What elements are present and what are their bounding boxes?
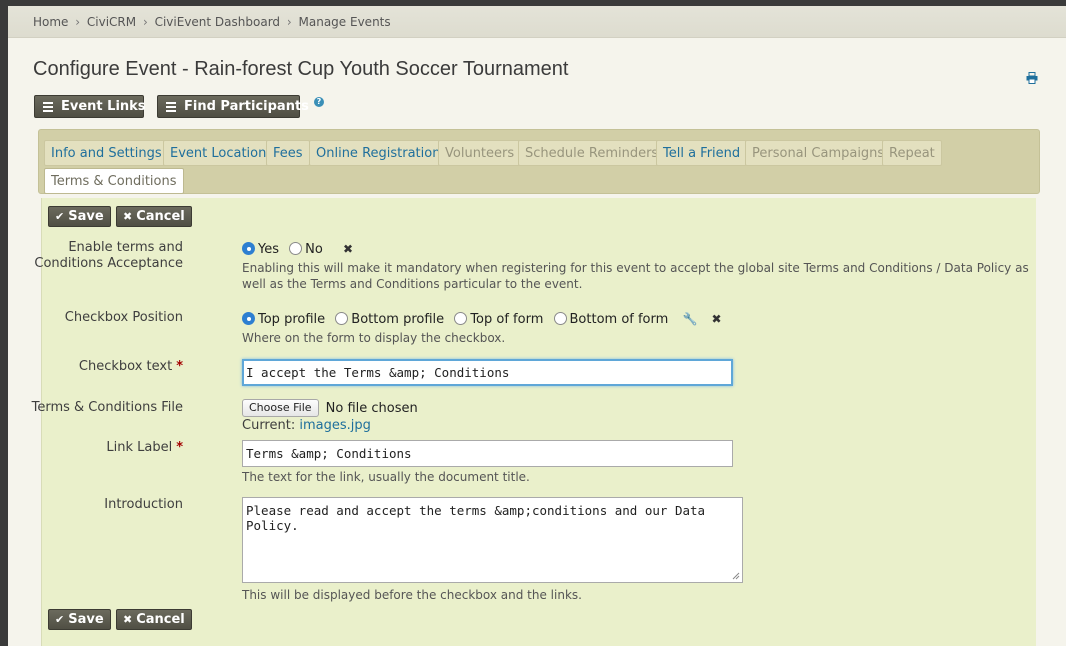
resize-handle-icon[interactable] [732, 572, 740, 580]
enable-terms-no-label[interactable]: No [305, 242, 323, 257]
tab-personal-campaigns[interactable]: Personal Campaigns [745, 140, 892, 166]
cancel-button[interactable]: ✖ Cancel [116, 206, 192, 227]
hamburger-icon [166, 100, 176, 114]
checkbox-text-label: Checkbox text * [79, 359, 183, 375]
checkbox-text-input[interactable]: I accept the Terms &amp; Conditions [242, 359, 733, 386]
tab-volunteers[interactable]: Volunteers [438, 140, 522, 166]
position-bottom-of-form-radio[interactable] [553, 312, 567, 325]
current-file-link[interactable]: images.jpg [299, 418, 371, 433]
tab-repeat[interactable]: Repeat [882, 140, 942, 166]
enable-terms-label-line2: Conditions Acceptance [34, 256, 183, 271]
current-file-row: Current: images.jpg [242, 418, 371, 433]
position-top-of-form-radio[interactable] [454, 312, 468, 325]
enable-terms-yes-label[interactable]: Yes [258, 242, 279, 257]
position-top-profile-label[interactable]: Top profile [258, 312, 325, 327]
link-label-help: The text for the link, usually the docum… [242, 470, 530, 484]
required-marker: * [176, 359, 183, 374]
check-icon: ✔ [55, 210, 65, 223]
cancel-label: Cancel [136, 612, 185, 627]
find-participants-button[interactable]: Find Participants [157, 95, 309, 118]
position-top-profile-radio[interactable] [242, 312, 255, 325]
tab-online-registration[interactable]: Online Registration [309, 140, 448, 166]
breadcrumb-separator: › [75, 15, 81, 29]
introduction-textarea[interactable]: Please read and accept the terms &amp;co… [242, 497, 743, 583]
position-bottom-of-form-label[interactable]: Bottom of form [570, 312, 669, 327]
breadcrumb-item-civievent-dashboard[interactable]: CiviEvent Dashboard [155, 15, 280, 29]
position-bottom-profile-label[interactable]: Bottom profile [351, 312, 444, 327]
breadcrumb-item-civicrm[interactable]: CiviCRM [87, 15, 136, 29]
tab-terms-and-conditions[interactable]: Terms & Conditions [44, 168, 184, 194]
clear-selection-icon[interactable]: ✖ [343, 242, 353, 256]
clear-selection-icon[interactable]: ✖ [712, 312, 722, 326]
enable-terms-help-line1: Enabling this will make it mandatory whe… [242, 261, 1029, 275]
link-label-input[interactable]: Terms &amp; Conditions [242, 440, 733, 467]
cancel-label: Cancel [136, 209, 185, 224]
checkbox-position-label: Checkbox Position [64, 310, 183, 325]
current-file-label: Current: [242, 418, 296, 433]
close-icon: ✖ [123, 613, 133, 626]
link-label-label: Link Label * [106, 440, 183, 456]
hamburger-icon [43, 100, 53, 114]
save-label: Save [68, 209, 104, 224]
event-links-label: Event Links [61, 99, 146, 114]
breadcrumb-separator: › [286, 15, 292, 29]
required-marker: * [176, 440, 183, 455]
no-file-chosen-text: No file chosen [325, 400, 418, 416]
tab-schedule-reminders[interactable]: Schedule Reminders [518, 140, 666, 166]
save-button-bottom[interactable]: ✔ Save [48, 609, 111, 630]
checkbox-position-help: Where on the form to display the checkbo… [242, 331, 506, 345]
wrench-icon[interactable]: 🔧 [682, 312, 697, 326]
tab-tell-a-friend[interactable]: Tell a Friend [656, 140, 748, 166]
breadcrumb-item-manage-events[interactable]: Manage Events [299, 15, 391, 29]
enable-terms-help: Enabling this will make it mandatory whe… [242, 260, 1029, 292]
save-label: Save [68, 612, 104, 627]
page-title: Configure Event - Rain-forest Cup Youth … [33, 58, 569, 80]
terms-file-field: Choose File No file chosen [242, 399, 418, 417]
enable-terms-help-line2: well as the Terms and Conditions particu… [242, 277, 583, 291]
breadcrumb-item-home[interactable]: Home [33, 15, 68, 29]
introduction-text: Please read and accept the terms &amp;co… [246, 503, 706, 533]
breadcrumb-separator: › [142, 15, 148, 29]
close-icon: ✖ [123, 210, 133, 223]
terms-file-label: Terms & Conditions File [31, 400, 183, 415]
printer-icon[interactable] [1026, 72, 1038, 84]
save-button[interactable]: ✔ Save [48, 206, 111, 227]
checkbox-position-radios: Top profile Bottom profile Top of form B… [242, 312, 722, 327]
introduction-label: Introduction [104, 497, 183, 512]
checkbox-text-label-text: Checkbox text [78, 359, 173, 374]
tab-fees[interactable]: Fees [266, 140, 310, 166]
find-participants-label: Find Participants [184, 99, 309, 114]
check-icon: ✔ [55, 613, 65, 626]
tab-bar: Info and Settings Event Location Fees On… [38, 129, 1040, 194]
form-panel: ✔ Save ✖ Cancel Enable terms and Condition… [32, 198, 1036, 646]
event-links-button[interactable]: Event Links [34, 95, 146, 118]
enable-terms-label-line1: Enable terms and [68, 240, 183, 255]
link-label-label-text: Link Label [106, 440, 173, 455]
tab-info-and-settings[interactable]: Info and Settings [44, 140, 169, 166]
enable-terms-radios: Yes No ✖ [242, 242, 353, 257]
enable-terms-no-radio[interactable] [289, 242, 303, 255]
position-bottom-profile-radio[interactable] [335, 312, 349, 325]
introduction-help: This will be displayed before the checkb… [242, 588, 582, 602]
tab-event-location[interactable]: Event Location [163, 140, 274, 166]
page: Home › CiviCRM › CiviEvent Dashboard › M… [8, 6, 1066, 646]
position-top-of-form-label[interactable]: Top of form [470, 312, 543, 327]
help-icon[interactable]: ? [314, 97, 324, 107]
breadcrumb: Home › CiviCRM › CiviEvent Dashboard › M… [8, 6, 1066, 38]
enable-terms-yes-radio[interactable] [242, 242, 255, 255]
choose-file-button[interactable]: Choose File [242, 399, 319, 417]
cancel-button-bottom[interactable]: ✖ Cancel [116, 609, 192, 630]
enable-terms-label: Enable terms and Conditions Acceptance [34, 240, 183, 272]
